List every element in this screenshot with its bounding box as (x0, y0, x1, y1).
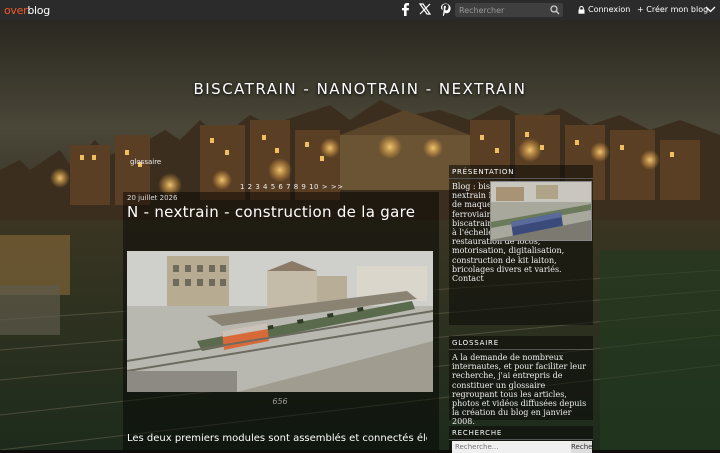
overblog-logo[interactable]: overblog (4, 4, 50, 17)
top-search-input[interactable] (455, 5, 553, 15)
post-title[interactable]: N - nextrain - construction de la gare (127, 204, 427, 221)
post-image[interactable] (127, 251, 433, 392)
sidebar-search-button[interactable]: Reche (571, 441, 592, 453)
login-link[interactable]: Connexion (578, 5, 630, 14)
sidebar-search-input[interactable] (452, 441, 575, 453)
search-icon[interactable] (550, 5, 560, 17)
sidebar-glossaire: GLOSSAIRE A la demande de nombreux inter… (449, 336, 593, 426)
create-blog-link[interactable]: + Créer mon blog (637, 5, 708, 14)
lock-icon (578, 5, 585, 14)
presentation-heading: PRÉSENTATION (449, 165, 593, 179)
x-twitter-icon[interactable] (418, 2, 432, 16)
blog-title[interactable]: BISCATRAIN - NANOTRAIN - NEXTRAIN (0, 80, 720, 98)
contact-link[interactable]: Contact (452, 274, 484, 283)
social-links (398, 2, 452, 16)
login-label: Connexion (588, 5, 631, 14)
post-date: 20 juillet 2026 (127, 194, 178, 202)
top-search-box (455, 3, 563, 17)
pinterest-icon[interactable] (438, 2, 452, 16)
recherche-heading: RECHERCHE (449, 426, 593, 440)
presentation-thumbnail[interactable] (490, 181, 592, 241)
glossaire-text: A la demande de nombreux internautes, et… (452, 353, 587, 427)
post-body-text: Les deux premiers modules sont assemblés… (127, 433, 427, 444)
facebook-icon[interactable] (398, 2, 412, 16)
overblog-topbar: overblog Connexion + Créer mon blog (0, 0, 720, 20)
image-caption: 656 (272, 397, 288, 406)
create-blog-label: + Créer mon blog (637, 5, 709, 14)
glossaire-heading: GLOSSAIRE (449, 336, 593, 350)
nav-glossaire-link[interactable]: glossaire (130, 158, 161, 166)
pagination[interactable]: 1 2 3 4 5 6 7 8 9 10 > >> (240, 183, 344, 191)
close-icon[interactable] (705, 4, 716, 17)
